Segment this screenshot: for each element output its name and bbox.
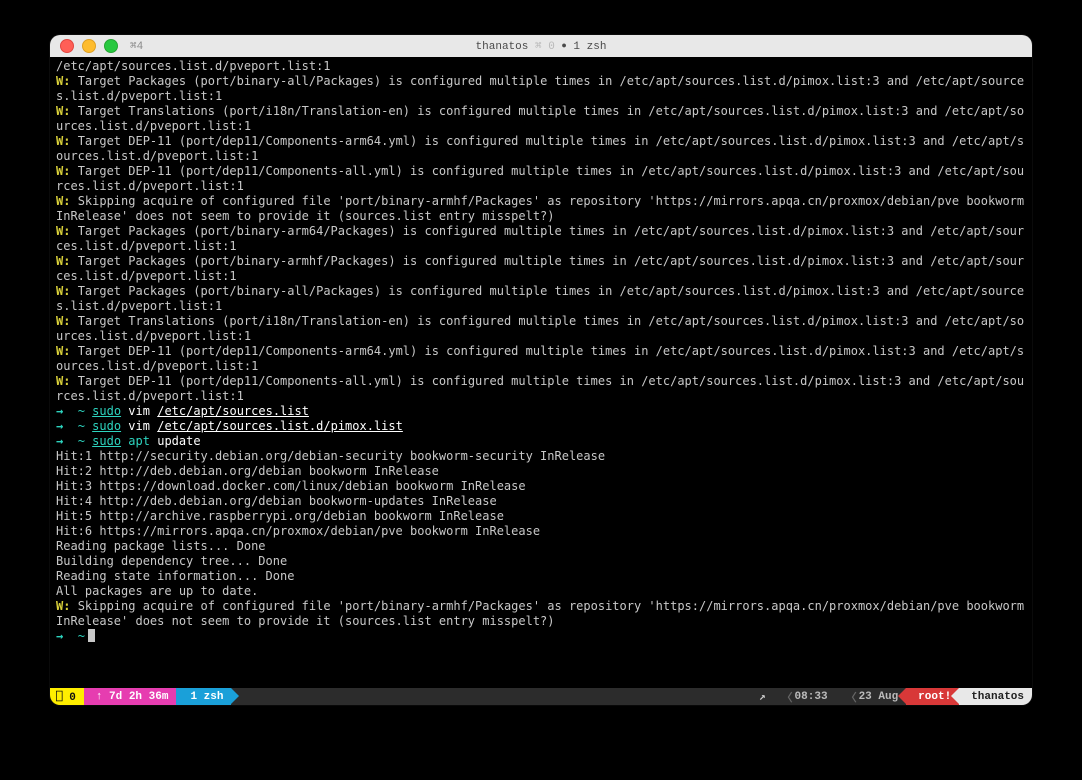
warn-prefix: W:: [56, 164, 70, 178]
titlebar: ⌘4 thanatos ⌘ 0 ● 1 zsh: [50, 35, 1032, 57]
warn-line: /etc/apt/sources.list.d/pveport.list:1: [56, 59, 331, 73]
status-time-label: 08:33: [795, 691, 828, 703]
titlebar-shortcut: ⌘4: [130, 35, 143, 57]
warn-prefix: W:: [56, 194, 70, 208]
prompt-arrow-icon: →: [56, 434, 63, 448]
cmd-path: /etc/apt/sources.list.d/pimox.list: [157, 419, 403, 433]
prompt-cwd: ~: [78, 434, 85, 448]
warn-line: Target Packages (port/binary-armhf/Packa…: [56, 254, 1024, 283]
status-window[interactable]: 1 zsh: [176, 688, 231, 705]
warn-prefix: W:: [56, 374, 70, 388]
hit-line: Hit:5 http://archive.raspberrypi.org/deb…: [56, 509, 504, 523]
status-session-label: ⎕ 0: [56, 690, 76, 704]
prompt-cwd: ~: [78, 404, 85, 418]
status-arrow-icon: ↗: [759, 690, 766, 704]
warn-line: Target Translations (port/i18n/Translati…: [56, 104, 1024, 133]
terminal-body[interactable]: /etc/apt/sources.list.d/pveport.list:1 W…: [50, 57, 1032, 688]
prompt-cwd: ~: [78, 419, 85, 433]
cmd-path: /etc/apt/sources.list: [157, 404, 309, 418]
minimize-icon[interactable]: [82, 39, 96, 53]
chevron-left-icon: 〈: [780, 689, 795, 705]
cmd-name: apt: [128, 434, 150, 448]
warn-line: Skipping acquire of configured file 'por…: [56, 194, 1031, 223]
hit-line: Hit:1 http://security.debian.org/debian-…: [56, 449, 605, 463]
progress-line: All packages are up to date.: [56, 584, 258, 598]
status-user-label: root!: [918, 691, 951, 703]
warn-prefix: W:: [56, 104, 70, 118]
status-window-label: 1 zsh: [190, 691, 223, 703]
traffic-lights: [50, 39, 118, 53]
warn-line: Target DEP-11 (port/dep11/Components-all…: [56, 374, 1024, 403]
titlebar-title: thanatos ⌘ 0 ● 1 zsh: [50, 39, 1032, 53]
warn-prefix: W:: [56, 344, 70, 358]
powerline-arrow-icon: [231, 688, 239, 704]
status-host: thanatos: [959, 688, 1032, 705]
status-uptime: ↑ 7d 2h 36m: [84, 688, 177, 705]
cmd-sudo: sudo: [92, 404, 121, 418]
status-time: 〈 08:33: [772, 688, 836, 705]
status-date-label: 23 Aug: [859, 691, 899, 703]
warn-prefix: W:: [56, 74, 70, 88]
warn-prefix: W:: [56, 134, 70, 148]
prompt-arrow-icon: →: [56, 419, 63, 433]
warn-prefix: W:: [56, 224, 70, 238]
chevron-left-icon: 〈: [844, 689, 859, 705]
cmd-arg: update: [157, 434, 200, 448]
hit-line: Hit:4 http://deb.debian.org/debian bookw…: [56, 494, 497, 508]
prompt-arrow-icon: →: [56, 404, 63, 418]
warn-line: Target DEP-11 (port/dep11/Components-all…: [56, 164, 1024, 193]
progress-line: Reading state information... Done: [56, 569, 294, 583]
status-date: 〈 23 Aug: [836, 688, 907, 705]
status-session[interactable]: ⎕ 0: [50, 688, 84, 705]
warn-line: Target DEP-11 (port/dep11/Components-arm…: [56, 134, 1024, 163]
title-sep-icon: ●: [561, 41, 566, 51]
tmux-statusbar: ⎕ 0 ↑ 7d 2h 36m 1 zsh ↗ 〈 08:33 〈 23 Aug…: [50, 688, 1032, 705]
warn-line: Skipping acquire of configured file 'por…: [56, 599, 1031, 628]
title-inactive: ⌘ 0: [535, 41, 555, 53]
powerline-arrow-icon: [898, 688, 906, 704]
cursor: [88, 629, 95, 642]
title-host: thanatos: [476, 41, 529, 53]
warn-line: Target DEP-11 (port/dep11/Components-arm…: [56, 344, 1024, 373]
warn-line: Target Packages (port/binary-arm64/Packa…: [56, 224, 1024, 253]
warn-line: Target Packages (port/binary-all/Package…: [56, 74, 1024, 103]
warn-prefix: W:: [56, 284, 70, 298]
hit-line: Hit:3 https://download.docker.com/linux/…: [56, 479, 526, 493]
title-active: 1 zsh: [573, 41, 606, 53]
zoom-icon[interactable]: [104, 39, 118, 53]
status-spacer: ↗: [231, 688, 771, 705]
cmd-sudo: sudo: [92, 419, 121, 433]
prompt-arrow-icon: →: [56, 629, 63, 643]
status-uptime-label: ↑ 7d 2h 36m: [96, 691, 169, 703]
cmd-name: vim: [128, 404, 150, 418]
terminal-window: ⌘4 thanatos ⌘ 0 ● 1 zsh /etc/apt/sources…: [50, 35, 1032, 705]
close-icon[interactable]: [60, 39, 74, 53]
prompt-cwd: ~: [78, 629, 85, 643]
cmd-name: vim: [128, 419, 150, 433]
warn-line: Target Packages (port/binary-all/Package…: [56, 284, 1024, 313]
warn-line: Target Translations (port/i18n/Translati…: [56, 314, 1024, 343]
warn-prefix: W:: [56, 599, 70, 613]
progress-line: Building dependency tree... Done: [56, 554, 287, 568]
hit-line: Hit:6 https://mirrors.apqa.cn/proxmox/de…: [56, 524, 540, 538]
hit-line: Hit:2 http://deb.debian.org/debian bookw…: [56, 464, 439, 478]
warn-prefix: W:: [56, 314, 70, 328]
cmd-sudo: sudo: [92, 434, 121, 448]
status-host-label: thanatos: [971, 691, 1024, 703]
shortcut-label: ⌘4: [130, 39, 143, 53]
powerline-arrow-icon: [951, 688, 959, 704]
warn-prefix: W:: [56, 254, 70, 268]
progress-line: Reading package lists... Done: [56, 539, 266, 553]
